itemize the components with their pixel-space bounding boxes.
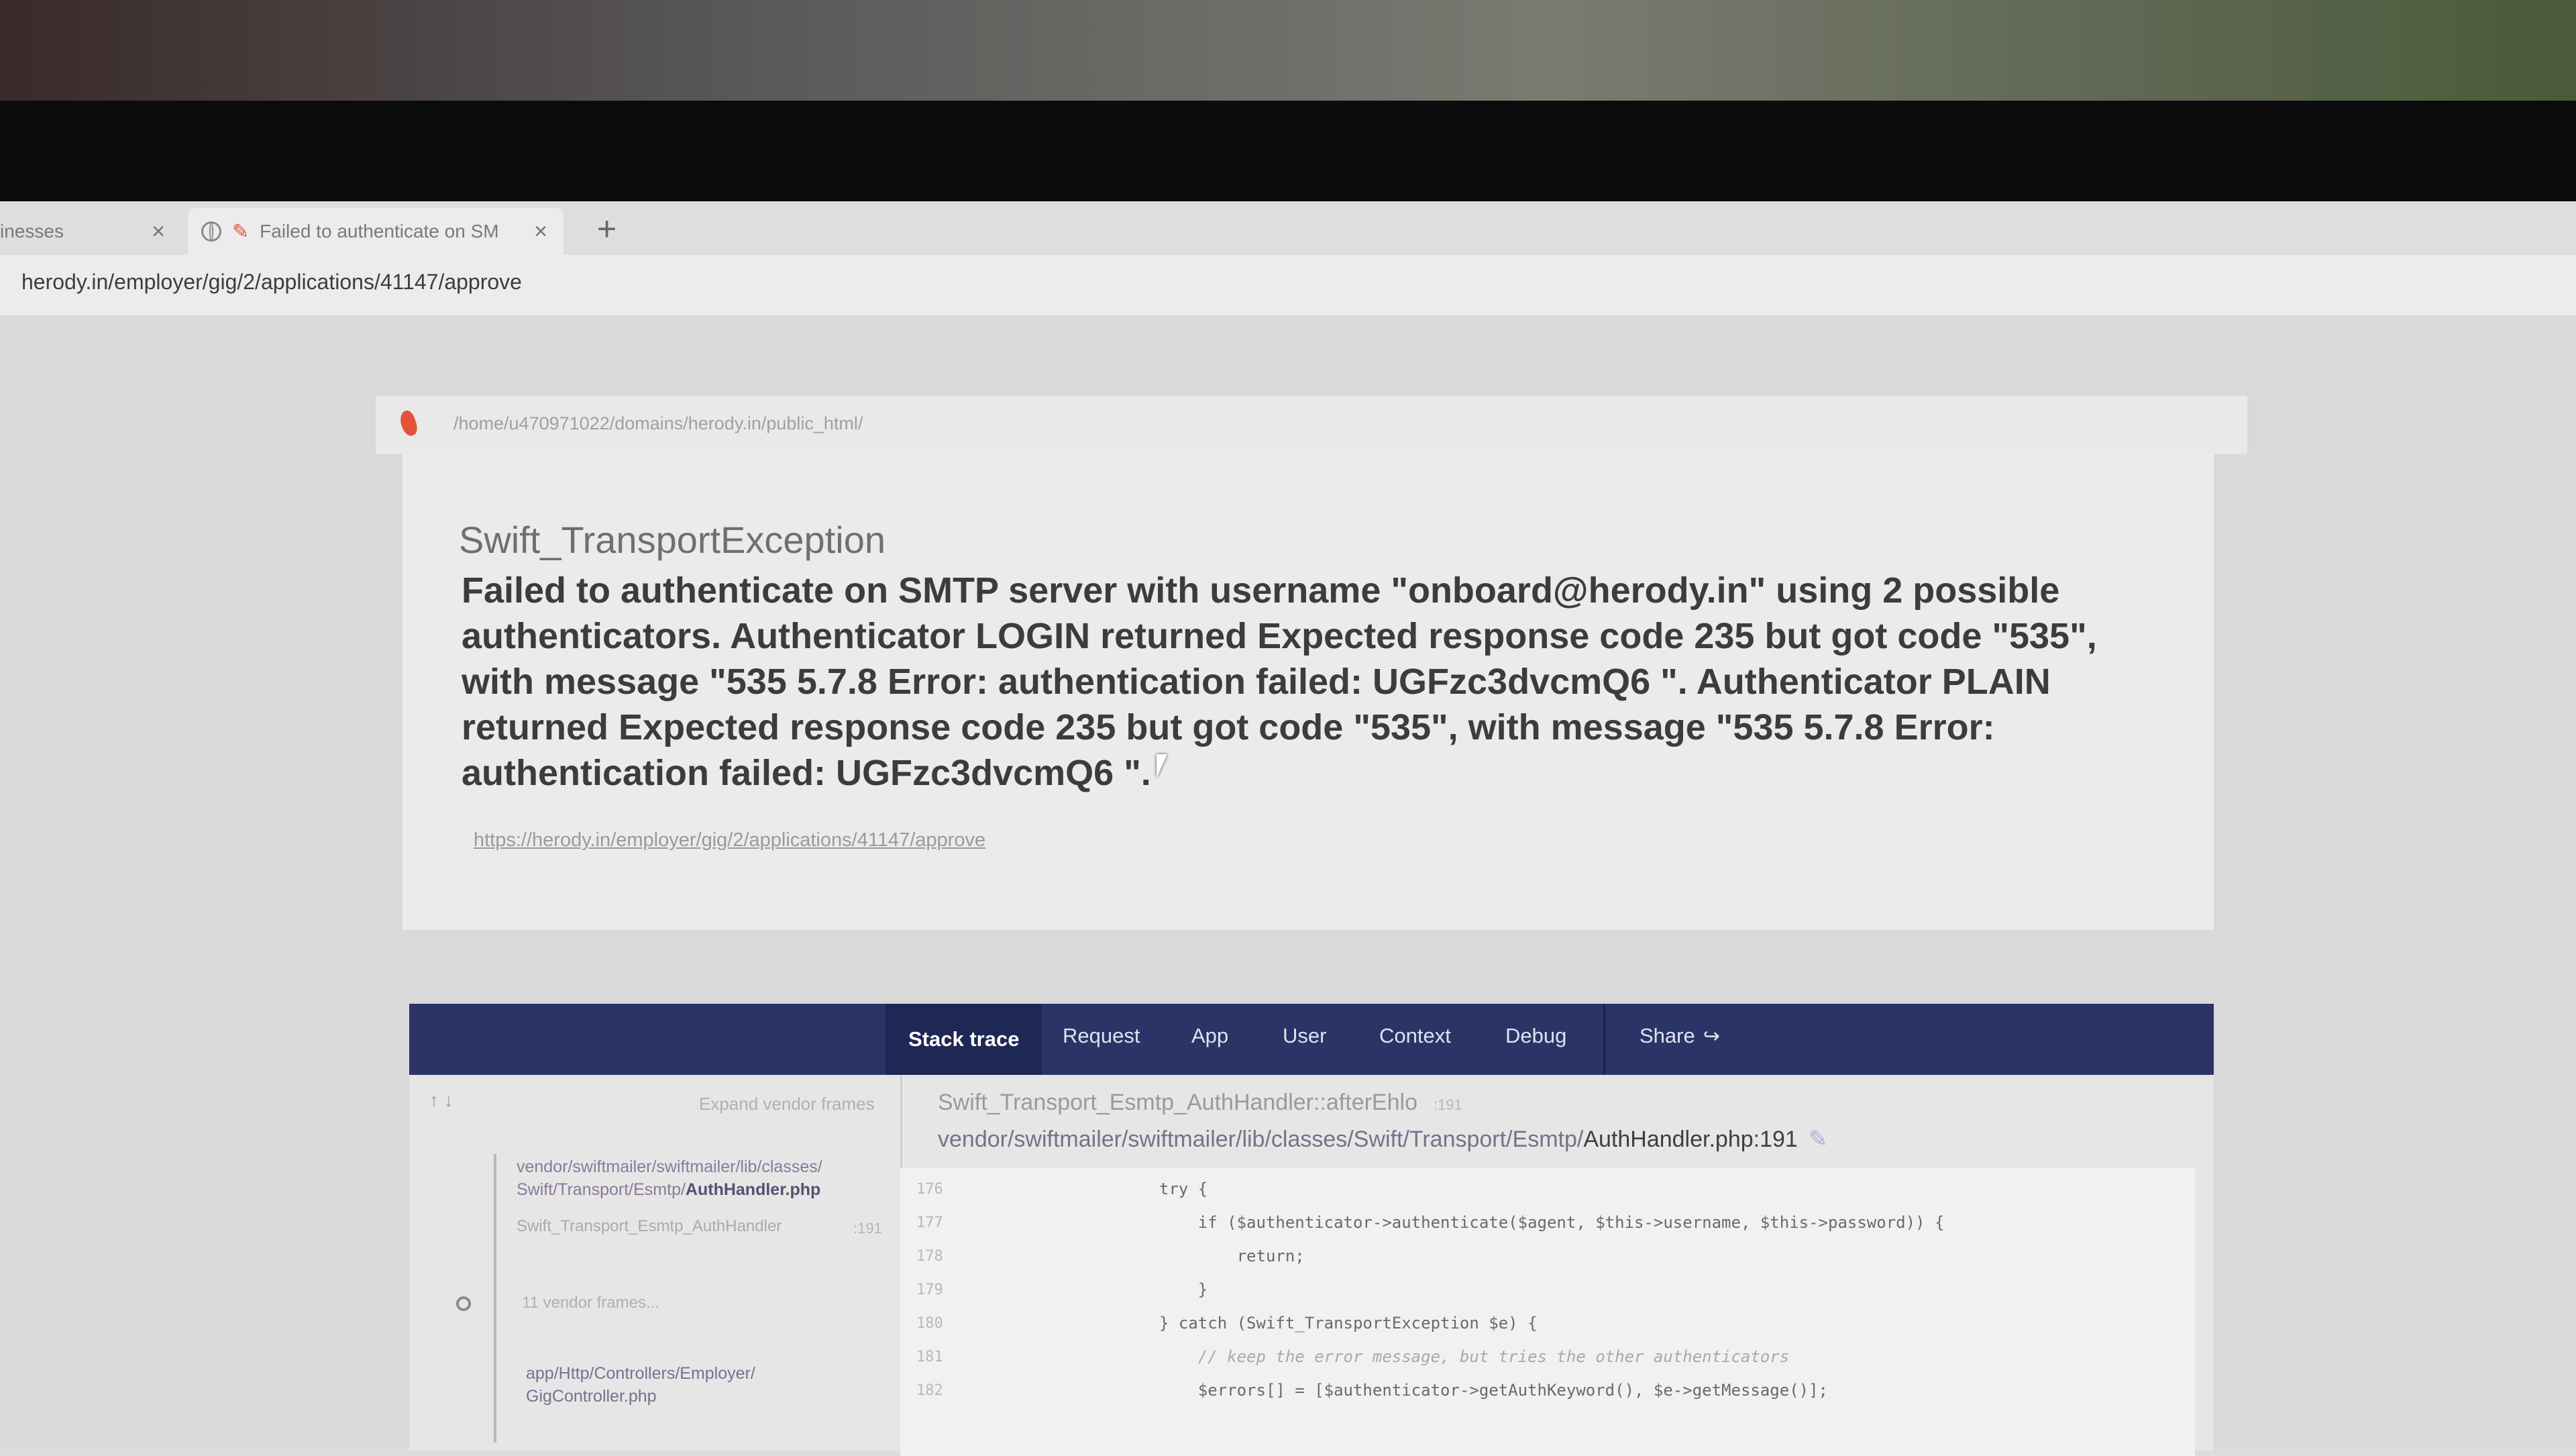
code-text: } catch (Swift_TransportException $e) {: [1159, 1314, 1538, 1333]
tab-stack-trace[interactable]: Stack trace: [885, 1004, 1042, 1075]
code-text: return;: [1159, 1247, 1305, 1265]
close-icon[interactable]: ×: [152, 219, 165, 245]
expand-vendor-frames-button[interactable]: Expand vendor frames: [699, 1094, 875, 1114]
vendor-frames-toggle[interactable]: 11 vendor frames...: [522, 1294, 659, 1312]
base-path: /home/u470971022/domains/herody.in/publi…: [453, 413, 863, 433]
error-page: /home/u470971022/domains/herody.in/publi…: [0, 315, 2576, 1456]
frame-file: AuthHandler.php: [685, 1180, 821, 1199]
tab-label: inesses: [0, 221, 64, 242]
sort-arrows-icon[interactable]: ↑ ↓: [429, 1090, 453, 1111]
code-text: if ($authenticator->authenticate($agent,…: [1159, 1213, 1945, 1232]
frame-file: GigController.php: [526, 1387, 657, 1406]
code-text: // keep the error message, but tries the…: [1159, 1347, 1790, 1366]
ignition-logo-icon: [397, 409, 420, 438]
tab-request[interactable]: Request: [1063, 1024, 1140, 1048]
code-line: 182 $errors[] = [$authenticator->getAuth…: [900, 1377, 2195, 1410]
code-text: try {: [1159, 1180, 1208, 1198]
tab-label: Failed to authenticate on SM: [260, 221, 499, 242]
frame-function-title: Swift_Transport_Esmtp_AuthHandler::after…: [938, 1090, 1462, 1116]
frame-detail: Swift_Transport_Esmtp_AuthHandler::after…: [900, 1075, 2214, 1456]
tab-user[interactable]: User: [1283, 1024, 1326, 1048]
browser-tab-active[interactable]: ✎ Failed to authenticate on SM ×: [188, 208, 564, 255]
code-line: 179 }: [900, 1276, 2195, 1310]
exception-card: Swift_TransportException Failed to authe…: [402, 454, 2214, 930]
frame-path: vendor/swiftmailer/swiftmailer/lib/class…: [517, 1157, 822, 1176]
browser-tab-bar: inesses × ✎ Failed to authenticate on SM…: [0, 201, 2576, 255]
frame-line-number: :191: [853, 1220, 882, 1237]
line-number: 182: [916, 1382, 943, 1399]
new-tab-button[interactable]: +: [597, 209, 616, 248]
file-dir: vendor/swiftmailer/swiftmailer/lib/class…: [938, 1127, 1584, 1152]
request-url-link[interactable]: https://herody.in/employer/gig/2/applica…: [474, 829, 985, 851]
line-number: 178: [916, 1248, 943, 1265]
close-icon[interactable]: ×: [534, 219, 547, 245]
code-line: 177 if ($authenticator->authenticate($ag…: [900, 1209, 2195, 1243]
code-line: 180 } catch (Swift_TransportException $e)…: [900, 1310, 2195, 1343]
globe-icon: [201, 221, 221, 242]
code-text: }: [1159, 1280, 1208, 1299]
share-icon: ↪: [1703, 1025, 1720, 1047]
line-number: 176: [916, 1181, 943, 1198]
frame-indicator: [494, 1154, 496, 1443]
function-name: Swift_Transport_Esmtp_AuthHandler::after…: [938, 1090, 1417, 1115]
frame-file-path: vendor/swiftmailer/swiftmailer/lib/class…: [938, 1126, 1827, 1153]
code-line: 178 return;: [900, 1243, 2195, 1276]
stack-frame[interactable]: app/Http/Controllers/Employer/ GigContro…: [526, 1362, 755, 1408]
frame-path: app/Http/Controllers/Employer/: [526, 1364, 755, 1383]
tab-debug[interactable]: Debug: [1505, 1024, 1566, 1048]
url-text[interactable]: herody.in/employer/gig/2/applications/41…: [21, 270, 522, 295]
frames-list: ↑ ↓ Expand vendor frames vendor/swiftmai…: [409, 1075, 902, 1451]
exception-message: Failed to authenticate on SMTP server wi…: [462, 570, 2097, 793]
line-number: 179: [916, 1282, 943, 1298]
mouse-cursor-icon: [1157, 754, 1178, 778]
share-label: Share: [1640, 1024, 1695, 1047]
line-number: 181: [916, 1349, 943, 1365]
frame-dir: Swift/Transport/Esmtp/: [517, 1180, 686, 1199]
share-button[interactable]: Share ↪: [1640, 1024, 1720, 1048]
code-line: 176 try {: [900, 1176, 2195, 1209]
monitor-bezel: [0, 101, 2576, 201]
frame-function: Swift_Transport_Esmtp_AuthHandler: [517, 1217, 782, 1235]
pencil-icon: ✎: [232, 220, 250, 243]
vendor-frames-icon: [456, 1296, 471, 1311]
edit-pencil-icon[interactable]: ✎: [1809, 1127, 1828, 1152]
nav-divider: [1603, 1004, 1605, 1075]
browser-tab[interactable]: inesses ×: [0, 208, 181, 255]
line-number: 177: [916, 1214, 943, 1231]
code-snippet: 176 try { 177 if ($authenticator->authenti…: [900, 1167, 2195, 1456]
tab-context[interactable]: Context: [1379, 1024, 1451, 1048]
tab-app[interactable]: App: [1191, 1024, 1228, 1048]
code-line: 181 // keep the error message, but tries…: [900, 1343, 2195, 1377]
frame-path: Swift/Transport/Esmtp/AuthHandler.php: [517, 1178, 822, 1201]
error-tabs-nav: Stack trace Request App User Context Deb…: [409, 1004, 2214, 1075]
address-bar[interactable]: herody.in/employer/gig/2/applications/41…: [0, 255, 2576, 315]
stack-trace-panel: ↑ ↓ Expand vendor frames vendor/swiftmai…: [409, 1075, 2214, 1456]
error-header: /home/u470971022/domains/herody.in/publi…: [376, 396, 2247, 455]
exception-class: Swift_TransportException: [459, 519, 885, 561]
file-name: AuthHandler.php:191: [1583, 1127, 1798, 1152]
stack-frame-selected[interactable]: vendor/swiftmailer/swiftmailer/lib/class…: [517, 1155, 822, 1201]
line-number: 180: [916, 1315, 943, 1332]
code-text: $errors[] = [$authenticator->getAuthKeyw…: [1159, 1381, 1828, 1400]
function-line: :191: [1433, 1096, 1462, 1113]
